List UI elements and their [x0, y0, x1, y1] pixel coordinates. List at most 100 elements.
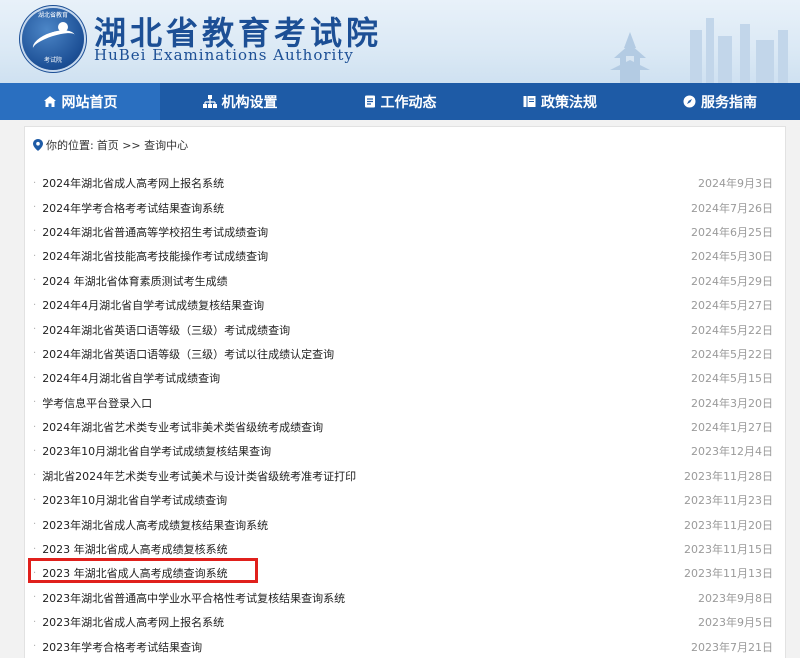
list-item[interactable]: · 2024年湖北省英语口语等级（三级）考试成绩查询 2024年5月22日	[25, 317, 785, 341]
list-item-left: · 2024年学考合格考考试结果查询系统	[33, 200, 224, 216]
list-item-left: · 2023 年湖北省成人高考成绩查询系统	[33, 565, 228, 581]
book-icon	[523, 95, 536, 108]
list-item[interactable]: · 学考信息平台登录入口 2024年3月20日	[25, 391, 785, 415]
list-item-title[interactable]: 2023 年湖北省成人高考成绩查询系统	[42, 565, 228, 581]
list-item-date: 2024年6月25日	[691, 225, 773, 239]
list-item[interactable]: · 2024年4月湖北省自学考试成绩复核结果查询 2024年5月27日	[25, 293, 785, 317]
home-icon	[43, 95, 57, 108]
list-item[interactable]: · 2023年10月湖北省自学考试成绩复核结果查询 2023年12月4日	[25, 439, 785, 463]
list-item-date: 2024年5月15日	[691, 372, 773, 386]
query-list: · 2024年湖北省成人高考网上报名系统 2024年9月3日 · 2024年学考合格考考…	[25, 171, 785, 658]
list-item-date: 2023年11月20日	[684, 518, 773, 532]
list-item-date: 2024年5月27日	[691, 299, 773, 313]
list-item-title[interactable]: 2024年湖北省艺术类专业考试非美术类省级统考成绩查询	[42, 419, 323, 435]
list-item-left: · 2024年4月湖北省自学考试成绩复核结果查询	[33, 297, 264, 313]
bullet-icon: ·	[33, 177, 37, 189]
nav-policy-label: 政策法规	[541, 94, 597, 111]
list-item-title[interactable]: 2023年湖北省普通高中学业水平合格性考试复核结果查询系统	[42, 590, 345, 606]
list-item[interactable]: · 2023年湖北省成人高考成绩复核结果查询系统 2023年11月20日	[25, 512, 785, 536]
document-icon	[364, 95, 376, 108]
list-item-left: · 2023年湖北省成人高考成绩复核结果查询系统	[33, 517, 268, 533]
list-item-title[interactable]: 2024 年湖北省体育素质测试考生成绩	[42, 273, 228, 289]
list-item-date: 2024年5月22日	[691, 347, 773, 361]
nav-work-news[interactable]: 工作动态	[320, 83, 480, 120]
list-item-title[interactable]: 2024年湖北省普通高等学校招生考试成绩查询	[42, 224, 268, 240]
main-nav: 网站首页 机构设置 工作动态 政策法规 服务指南	[0, 83, 800, 120]
list-item-date: 2024年3月20日	[691, 396, 773, 410]
list-item-title[interactable]: 2023 年湖北省成人高考成绩复核系统	[42, 541, 228, 557]
list-item-left: · 2024年4月湖北省自学考试成绩查询	[33, 370, 220, 386]
list-item-date: 2024年5月30日	[691, 250, 773, 264]
list-item-title[interactable]: 2024年4月湖北省自学考试成绩复核结果查询	[42, 297, 264, 313]
list-item[interactable]: · 2023年湖北省成人高考网上报名系统 2023年9月5日	[25, 610, 785, 634]
list-item-left: · 2023年10月湖北省自学考试成绩查询	[33, 492, 227, 508]
list-item-title[interactable]: 2024年湖北省英语口语等级（三级）考试以往成绩认定查询	[42, 346, 334, 362]
nav-home[interactable]: 网站首页	[0, 83, 160, 120]
org-chart-icon	[202, 95, 217, 108]
list-item[interactable]: · 2024年湖北省成人高考网上报名系统 2024年9月3日	[25, 171, 785, 195]
bullet-icon: ·	[33, 445, 37, 457]
list-item-title[interactable]: 2023年湖北省成人高考网上报名系统	[42, 614, 224, 630]
nav-work-news-label: 工作动态	[380, 94, 437, 111]
bullet-icon: ·	[33, 641, 37, 653]
bullet-icon: ·	[33, 250, 37, 262]
list-item-title[interactable]: 2024年学考合格考考试结果查询系统	[42, 200, 224, 216]
list-item-title[interactable]: 2023年10月湖北省自学考试成绩查询	[42, 492, 227, 508]
list-item[interactable]: · 2023年10月湖北省自学考试成绩查询 2023年11月23日	[25, 488, 785, 512]
bullet-icon: ·	[33, 567, 37, 579]
list-item-left: · 2024年湖北省艺术类专业考试非美术类省级统考成绩查询	[33, 419, 323, 435]
list-item[interactable]: · 2023 年湖北省成人高考成绩复核系统 2023年11月15日	[25, 537, 785, 561]
list-item[interactable]: · 2024年湖北省艺术类专业考试非美术类省级统考成绩查询 2024年1月27日	[25, 415, 785, 439]
list-item[interactable]: · 2024年学考合格考考试结果查询系统 2024年7月26日	[25, 195, 785, 219]
list-item-title[interactable]: 学考信息平台登录入口	[42, 395, 152, 411]
list-item-title[interactable]: 2024年湖北省技能高考技能操作考试成绩查询	[42, 248, 268, 264]
bullet-icon: ·	[33, 275, 37, 287]
list-item-left: · 2024年湖北省英语口语等级（三级）考试成绩查询	[33, 322, 290, 338]
list-item-title[interactable]: 2024年4月湖北省自学考试成绩查询	[42, 370, 220, 386]
list-item[interactable]: · 2024年湖北省普通高等学校招生考试成绩查询 2024年6月25日	[25, 220, 785, 244]
list-item-date: 2023年12月4日	[691, 445, 773, 459]
query-center-panel: 你的位置: 首页 >> 查询中心 · 2024年湖北省成人高考网上报名系统 2024…	[24, 126, 786, 658]
list-item[interactable]: · 2024 年湖北省体育素质测试考生成绩 2024年5月29日	[25, 269, 785, 293]
list-item-left: · 2024 年湖北省体育素质测试考生成绩	[33, 273, 228, 289]
list-item-left: · 2023 年湖北省成人高考成绩复核系统	[33, 541, 228, 557]
authority-seal-logo[interactable]: 湖北省教育 考试院	[22, 8, 84, 70]
list-item[interactable]: · 2023年学考合格考考试结果查询 2023年7月21日	[25, 634, 785, 658]
list-item[interactable]: · 2023 年湖北省成人高考成绩查询系统 2023年11月13日	[25, 561, 785, 585]
list-item-date: 2024年5月22日	[691, 323, 773, 337]
bullet-icon: ·	[33, 616, 37, 628]
site-subtitle: HuBei Examinations Authority	[94, 46, 354, 64]
list-item-date: 2024年5月29日	[691, 274, 773, 288]
list-item-left: · 学考信息平台登录入口	[33, 395, 152, 411]
nav-policy[interactable]: 政策法规	[480, 83, 640, 120]
bullet-icon: ·	[33, 324, 37, 336]
seal-dot-icon	[58, 22, 68, 32]
list-item-title[interactable]: 2023年湖北省成人高考成绩复核结果查询系统	[42, 517, 268, 533]
list-item-left: · 2024年湖北省普通高等学校招生考试成绩查询	[33, 224, 268, 240]
city-skyline-illustration	[610, 18, 788, 83]
breadcrumb-path[interactable]: 首页 >> 查询中心	[97, 137, 188, 153]
list-item-date: 2023年11月15日	[684, 543, 773, 557]
list-item-title[interactable]: 2023年10月湖北省自学考试成绩复核结果查询	[42, 443, 271, 459]
nav-organization[interactable]: 机构设置	[160, 83, 320, 120]
bullet-icon: ·	[33, 299, 37, 311]
list-item-title[interactable]: 2024年湖北省成人高考网上报名系统	[42, 175, 224, 191]
list-item[interactable]: · 2024年湖北省技能高考技能操作考试成绩查询 2024年5月30日	[25, 244, 785, 268]
bullet-icon: ·	[33, 421, 37, 433]
list-item-title[interactable]: 2023年学考合格考考试结果查询	[42, 639, 202, 655]
breadcrumb-prefix: 你的位置:	[46, 139, 94, 152]
list-item[interactable]: · 2023年湖北省普通高中学业水平合格性考试复核结果查询系统 2023年9月8日	[25, 586, 785, 610]
bullet-icon: ·	[33, 372, 37, 384]
list-item-date: 2023年9月5日	[698, 616, 773, 630]
list-item[interactable]: · 2024年4月湖北省自学考试成绩查询 2024年5月15日	[25, 366, 785, 390]
bullet-icon: ·	[33, 543, 37, 555]
list-item-title[interactable]: 湖北省2024年艺术类专业考试美术与设计类省级统考准考证打印	[42, 468, 356, 484]
bullet-icon: ·	[33, 519, 37, 531]
list-item-date: 2023年9月8日	[698, 591, 773, 605]
list-item[interactable]: · 湖北省2024年艺术类专业考试美术与设计类省级统考准考证打印 2023年11月2…	[25, 464, 785, 488]
list-item-title[interactable]: 2024年湖北省英语口语等级（三级）考试成绩查询	[42, 322, 290, 338]
list-item-date: 2023年11月23日	[684, 494, 773, 508]
list-item[interactable]: · 2024年湖北省英语口语等级（三级）考试以往成绩认定查询 2024年5月22日	[25, 342, 785, 366]
list-item-date: 2023年11月28日	[684, 469, 773, 483]
nav-service-guide[interactable]: 服务指南	[640, 83, 800, 120]
